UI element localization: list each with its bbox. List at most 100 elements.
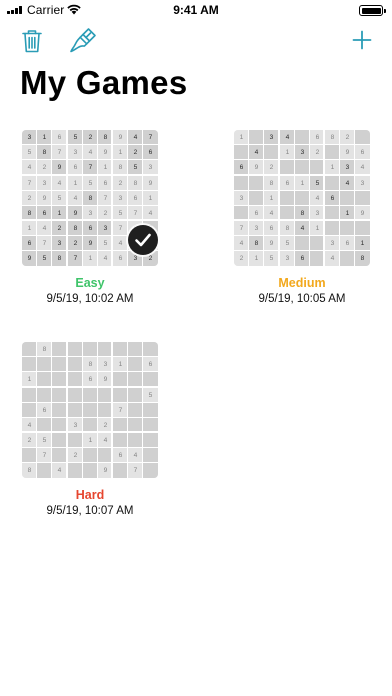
sudoku-cell (52, 357, 67, 372)
theme-paintbrush-button[interactable] (68, 26, 98, 54)
sudoku-cell: 1 (98, 160, 113, 175)
sudoku-cell: 9 (83, 236, 98, 251)
sudoku-cell: 4 (52, 463, 67, 478)
sudoku-cell: 6 (143, 145, 158, 160)
sudoku-cell: 4 (234, 236, 249, 251)
sudoku-cell: 1 (22, 221, 37, 236)
sudoku-cell (249, 191, 264, 206)
sudoku-cell: 3 (340, 160, 355, 175)
sudoku-cell: 6 (52, 130, 67, 145)
sudoku-cell: 6 (113, 251, 128, 266)
game-card-easy[interactable]: 3165289475873491264296718537341562892954… (10, 130, 170, 305)
sudoku-cell: 4 (98, 251, 113, 266)
sudoku-cell (52, 342, 67, 357)
sudoku-cell (52, 388, 67, 403)
sudoku-cell (98, 403, 113, 418)
sudoku-cell: 5 (264, 251, 279, 266)
sudoku-cell: 4 (37, 221, 52, 236)
game-timestamp: 9/5/19, 10:02 AM (46, 293, 134, 305)
sudoku-cell: 3 (98, 357, 113, 372)
sudoku-cell: 3 (264, 130, 279, 145)
sudoku-cell (128, 418, 143, 433)
sudoku-cell: 2 (113, 176, 128, 191)
sudoku-cell: 7 (22, 176, 37, 191)
sudoku-cell: 6 (22, 236, 37, 251)
sudoku-cell: 4 (325, 251, 340, 266)
sudoku-cell: 3 (355, 176, 370, 191)
sudoku-cell (355, 191, 370, 206)
sudoku-cell: 8 (249, 236, 264, 251)
sudoku-cell: 6 (310, 130, 325, 145)
sudoku-cell (143, 463, 158, 478)
sudoku-cell: 5 (128, 160, 143, 175)
game-card-medium[interactable]: 1346824132966921348615433146648319736841… (222, 130, 382, 305)
sudoku-cell (234, 206, 249, 221)
sudoku-cell (52, 433, 67, 448)
sudoku-cell: 3 (98, 221, 113, 236)
sudoku-cell: 3 (83, 206, 98, 221)
sudoku-cell: 7 (68, 251, 83, 266)
sudoku-cell: 4 (83, 145, 98, 160)
sudoku-cell: 3 (22, 130, 37, 145)
sudoku-cell (113, 372, 128, 387)
sudoku-cell: 2 (234, 251, 249, 266)
sudoku-cell: 7 (98, 191, 113, 206)
sudoku-cell: 9 (264, 236, 279, 251)
sudoku-cell: 8 (83, 357, 98, 372)
sudoku-cell: 5 (98, 236, 113, 251)
sudoku-cell: 3 (249, 221, 264, 236)
sudoku-cell: 6 (83, 221, 98, 236)
sudoku-cell (98, 448, 113, 463)
sudoku-cell (143, 433, 158, 448)
sudoku-cell (143, 403, 158, 418)
sudoku-cell: 3 (52, 236, 67, 251)
sudoku-cell: 5 (113, 206, 128, 221)
sudoku-cell: 6 (295, 251, 310, 266)
sudoku-cell: 9 (143, 176, 158, 191)
sudoku-cell: 1 (83, 433, 98, 448)
sudoku-cell: 9 (340, 145, 355, 160)
sudoku-cell: 8 (68, 221, 83, 236)
sudoku-cell (234, 145, 249, 160)
sudoku-cell: 6 (143, 357, 158, 372)
sudoku-cell: 1 (83, 251, 98, 266)
sudoku-cell: 3 (295, 145, 310, 160)
sudoku-cell (68, 463, 83, 478)
sudoku-cell: 3 (234, 191, 249, 206)
sudoku-cell: 7 (113, 221, 128, 236)
sudoku-cell: 9 (98, 463, 113, 478)
sudoku-cell: 2 (68, 448, 83, 463)
sudoku-cell: 1 (143, 191, 158, 206)
sudoku-cell (98, 342, 113, 357)
sudoku-cell: 1 (355, 236, 370, 251)
sudoku-cell: 8 (22, 206, 37, 221)
game-card-hard[interactable]: 88316169567432251472648497 Hard 9/5/19, … (10, 342, 170, 517)
sudoku-cell (22, 448, 37, 463)
completed-checkmark-icon (128, 225, 158, 255)
sudoku-cell: 6 (234, 160, 249, 175)
trash-button[interactable] (18, 28, 46, 54)
sudoku-cell (37, 372, 52, 387)
clock: 9:41 AM (173, 3, 219, 17)
add-game-button[interactable] (350, 28, 374, 52)
sudoku-cell: 4 (113, 236, 128, 251)
sudoku-cell (83, 388, 98, 403)
sudoku-cell (128, 342, 143, 357)
sudoku-cell: 4 (128, 130, 143, 145)
sudoku-cell (295, 191, 310, 206)
sudoku-cell (143, 372, 158, 387)
sudoku-cell: 4 (98, 433, 113, 448)
sudoku-cell: 1 (22, 372, 37, 387)
sudoku-cell (234, 176, 249, 191)
sudoku-cell: 6 (355, 145, 370, 160)
sudoku-cell: 3 (310, 206, 325, 221)
sudoku-cell (113, 342, 128, 357)
plus-icon (352, 30, 372, 50)
sudoku-cell (52, 372, 67, 387)
sudoku-cell: 2 (340, 130, 355, 145)
sudoku-cell: 7 (113, 403, 128, 418)
sudoku-cell: 2 (83, 130, 98, 145)
sudoku-cell: 7 (83, 160, 98, 175)
sudoku-board-preview: 1346824132966921348615433146648319736841… (234, 130, 370, 266)
sudoku-cell: 4 (52, 176, 67, 191)
